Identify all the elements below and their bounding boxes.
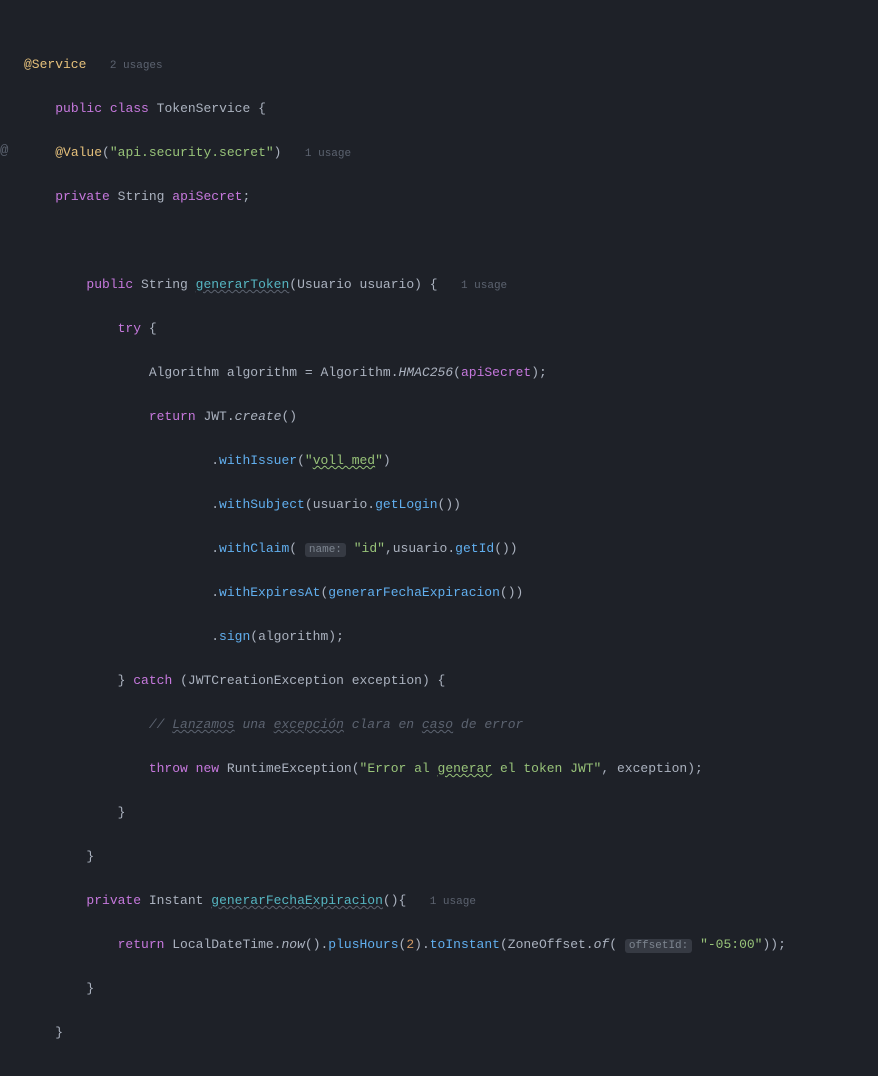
- code-line: @Service 2 usages: [24, 54, 878, 76]
- code-line: @Value("api.security.secret") 1 usage: [24, 142, 878, 164]
- code-line: .sign(algorithm);: [24, 626, 878, 648]
- code-line: .withExpiresAt(generarFechaExpiracion()): [24, 582, 878, 604]
- comment: // Lanzamos una excepción clara en caso …: [149, 717, 524, 732]
- inlay-hint-offsetid: offsetId:: [625, 939, 692, 953]
- code-line: .withClaim( name: "id",usuario.getId()): [24, 538, 878, 560]
- code-line: public class TokenService {: [24, 98, 878, 120]
- code-line: }: [24, 978, 878, 1000]
- usage-hint[interactable]: 2 usages: [110, 60, 163, 72]
- gutter-annotation-icon: @: [0, 140, 8, 162]
- code-line: }: [24, 802, 878, 824]
- code-line: throw new RuntimeException("Error al gen…: [24, 758, 878, 780]
- code-line: // Lanzamos una excepción clara en caso …: [24, 714, 878, 736]
- code-line: .withIssuer("voll med"): [24, 450, 878, 472]
- code-line: Algorithm algorithm = Algorithm.HMAC256(…: [24, 362, 878, 384]
- method-declaration: generarFechaExpiracion: [211, 893, 383, 908]
- inlay-hint-name: name:: [305, 543, 346, 557]
- code-line: } catch (JWTCreationException exception)…: [24, 670, 878, 692]
- code-line: return JWT.create(): [24, 406, 878, 428]
- annotation-service: @Service: [24, 57, 86, 72]
- code-line: }: [24, 846, 878, 868]
- code-line: private String apiSecret;: [24, 186, 878, 208]
- code-line: private Instant generarFechaExpiracion()…: [24, 890, 878, 912]
- annotation-value: @Value: [55, 145, 102, 160]
- usage-hint[interactable]: 1 usage: [305, 148, 351, 160]
- code-line: [24, 230, 878, 252]
- usage-hint[interactable]: 1 usage: [461, 280, 507, 292]
- code-line: return LocalDateTime.now().plusHours(2).…: [24, 934, 878, 956]
- code-line: try {: [24, 318, 878, 340]
- code-line: }: [24, 1022, 878, 1044]
- code-line: public String generarToken(Usuario usuar…: [24, 274, 878, 296]
- code-editor[interactable]: @ @Service 2 usages public class TokenSe…: [0, 0, 878, 1076]
- usage-hint[interactable]: 1 usage: [430, 896, 476, 908]
- code-line: .withSubject(usuario.getLogin()): [24, 494, 878, 516]
- method-declaration: generarToken: [196, 277, 290, 292]
